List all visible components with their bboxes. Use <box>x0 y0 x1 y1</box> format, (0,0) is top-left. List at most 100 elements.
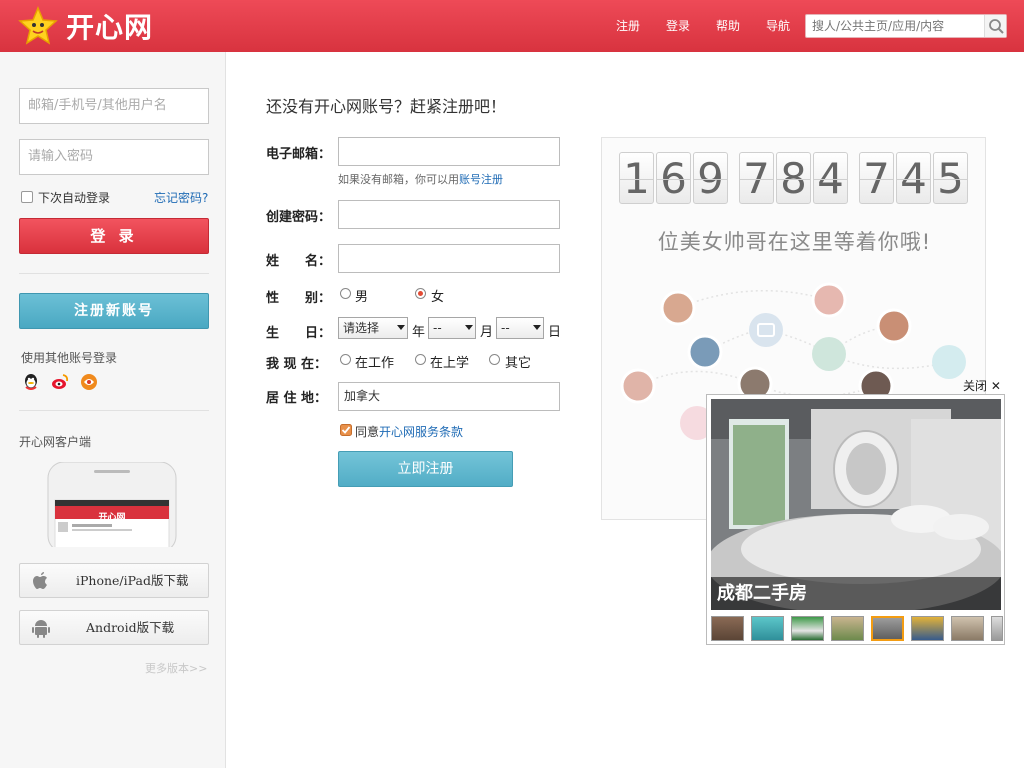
day-unit-label: 日 <box>548 325 562 340</box>
ad-thumbnail[interactable] <box>911 616 944 641</box>
password-label: 创建密码： <box>266 210 332 225</box>
close-icon: ✕ <box>990 379 1001 393</box>
ad-thumbnail[interactable] <box>751 616 784 641</box>
counter-digit: 1 <box>619 152 654 204</box>
more-versions-link[interactable]: 更多版本>> <box>145 660 207 676</box>
ad-thumbnail-selected[interactable] <box>871 616 904 641</box>
password-input[interactable]: 请输入密码 <box>19 139 209 175</box>
status-working-label: 在工作 <box>355 356 395 371</box>
email-hint-text: 如果没有邮箱，你可以用 <box>338 173 459 186</box>
counter-digit: 4 <box>813 152 848 204</box>
ad-thumbnail[interactable] <box>711 616 744 641</box>
search-box <box>805 14 1007 38</box>
other-login-label: 使用其他账号登录 <box>21 351 118 365</box>
chevron-down-icon <box>533 325 541 330</box>
gender-male-radio[interactable] <box>340 288 351 299</box>
gender-female-radio[interactable] <box>415 288 426 299</box>
counter-digit: 9 <box>693 152 728 204</box>
divider <box>19 410 209 411</box>
top-header-bar: 开心网 注册 登录 帮助 导航 <box>0 0 1024 52</box>
phone-screen-title: 开心网 <box>98 513 126 523</box>
ad-thumbnail[interactable] <box>831 616 864 641</box>
residence-label: 居 住 地： <box>266 391 328 406</box>
name-field[interactable] <box>338 244 560 273</box>
ad-thumbnail[interactable] <box>791 616 824 641</box>
account-register-link[interactable]: 账号注册 <box>459 173 503 186</box>
gender-male-label: 男 <box>355 290 369 305</box>
birth-month-value: -- <box>433 321 442 335</box>
search-input[interactable] <box>806 15 984 37</box>
residence-field[interactable]: 加拿大 <box>338 382 560 411</box>
chevron-down-icon <box>465 325 473 330</box>
gender-label: 性 别： <box>266 291 332 306</box>
forgot-password-link[interactable]: 忘记密码? <box>154 189 208 206</box>
remember-me-checkbox[interactable] <box>21 191 33 203</box>
status-studying-label: 在上学 <box>430 356 470 371</box>
client-label: 开心网客户端 <box>19 435 92 449</box>
birth-year-value: 请选择 <box>343 321 380 335</box>
iphone-download-button[interactable]: iPhone/iPad版下载 <box>19 563 209 598</box>
site-logo[interactable]: 开心网 <box>18 4 153 48</box>
phone-app-illustration: 开心网 <box>46 461 178 553</box>
nav-login-link[interactable]: 登录 <box>666 17 690 34</box>
agree-terms-checkbox[interactable] <box>340 424 352 436</box>
remember-me-label: 下次自动登录 <box>38 191 111 205</box>
terms-of-service-link[interactable]: 开心网服务条款 <box>379 425 463 439</box>
search-icon[interactable] <box>984 15 1006 37</box>
agree-terms-text: 同意开心网服务条款 <box>355 423 463 440</box>
counter-digit: 6 <box>656 152 691 204</box>
status-other-radio[interactable] <box>489 354 500 365</box>
nav-register-link[interactable]: 注册 <box>616 17 640 34</box>
status-studying-radio[interactable] <box>415 354 426 365</box>
android-download-button[interactable]: Android版下载 <box>19 610 209 645</box>
register-submit-button[interactable]: 立即注册 <box>338 451 513 487</box>
logo-text: 开心网 <box>66 11 154 44</box>
name-label: 姓 名： <box>266 254 332 269</box>
birth-year-select[interactable]: 请选择 <box>338 317 408 339</box>
ad-thumbnail[interactable] <box>991 616 1003 641</box>
counter-digit: 8 <box>776 152 811 204</box>
weibo-icon[interactable] <box>50 372 70 392</box>
qq-icon[interactable] <box>21 372 41 392</box>
android-icon <box>32 620 50 638</box>
register-new-account-button[interactable]: 注册新账号 <box>19 293 209 329</box>
third-party-icon[interactable] <box>79 372 99 392</box>
iphone-download-label: iPhone/iPad版下载 <box>76 573 189 588</box>
panel-slogan: 位美女帅哥在这里等着你哦! <box>657 230 932 254</box>
email-label: 电子邮箱： <box>266 147 332 162</box>
birth-month-select[interactable]: -- <box>428 317 476 339</box>
email-field[interactable] <box>338 137 560 166</box>
birth-day-value: -- <box>501 321 510 335</box>
ad-caption: 成都二手房 <box>711 577 1001 610</box>
counter-digit: 7 <box>739 152 774 204</box>
month-unit-label: 月 <box>480 325 494 340</box>
nav-navigation-link[interactable]: 导航 <box>766 17 790 34</box>
counter-digit: 4 <box>896 152 931 204</box>
status-working-radio[interactable] <box>340 354 351 365</box>
year-unit-label: 年 <box>412 325 426 340</box>
status-other-label: 其它 <box>505 356 532 371</box>
birth-day-select[interactable]: -- <box>496 317 544 339</box>
divider <box>19 273 209 274</box>
birthday-label: 生 日： <box>266 326 332 341</box>
ad-close-label: 关闭 <box>963 379 988 393</box>
android-download-label: Android版下载 <box>86 620 175 635</box>
ad-close-button[interactable]: 关闭 ✕ <box>963 377 1001 394</box>
nav-help-link[interactable]: 帮助 <box>716 17 740 34</box>
ad-thumbnail[interactable] <box>951 616 984 641</box>
counter-digit: 5 <box>933 152 968 204</box>
agree-prefix: 同意 <box>355 425 380 439</box>
create-password-field[interactable] <box>338 200 560 229</box>
register-heading: 还没有开心网账号？赶紧注册吧！ <box>266 97 507 116</box>
email-hint: 如果没有邮箱，你可以用账号注册 <box>338 171 503 187</box>
star-logo-icon <box>18 6 58 45</box>
apple-icon <box>33 572 47 589</box>
chevron-down-icon <box>397 325 405 330</box>
status-label: 我 现 在： <box>266 357 328 372</box>
login-button[interactable]: 登 录 <box>19 218 209 254</box>
login-sidebar: 邮箱/手机号/其他用户名 请输入密码 下次自动登录 忘记密码? 登 录 注册新账… <box>0 52 226 768</box>
floating-ad[interactable]: 成都二手房 <box>706 394 1005 645</box>
username-input[interactable]: 邮箱/手机号/其他用户名 <box>19 88 209 124</box>
gender-female-label: 女 <box>431 290 445 305</box>
counter-digit: 7 <box>859 152 894 204</box>
